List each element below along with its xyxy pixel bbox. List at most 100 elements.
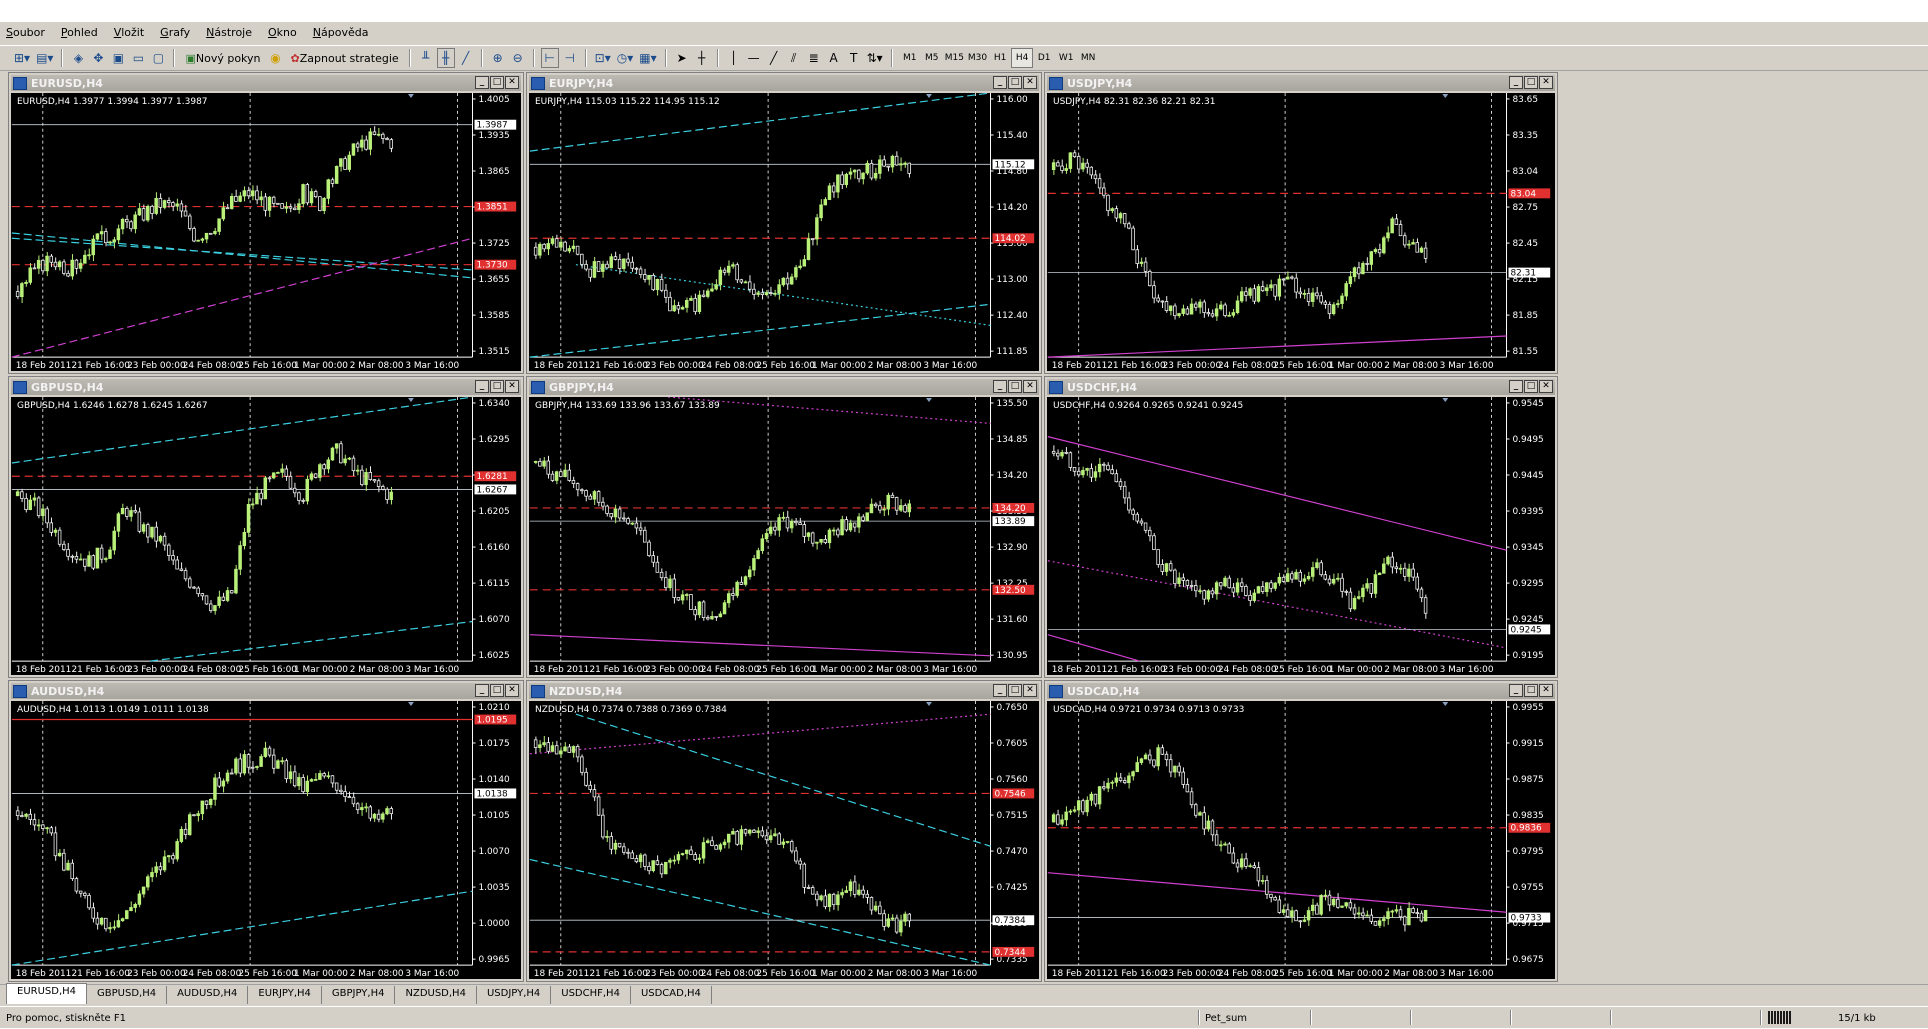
chart-titlebar[interactable]: USDCAD,H4 _ □ ✕ bbox=[1047, 683, 1555, 699]
timeframe-m15[interactable]: M15 bbox=[943, 48, 966, 68]
candlestick-icon[interactable]: ╫ bbox=[436, 48, 455, 68]
chart-tab[interactable]: USDJPY,H4 bbox=[477, 986, 552, 1004]
chart-tab[interactable]: USDCAD,H4 bbox=[631, 986, 712, 1004]
chart-plot[interactable]: 0.9955 0.9915 0.9875 0.9835 0.9795 0.9755 0.97… bbox=[1047, 701, 1555, 979]
chart-titlebar[interactable]: NZDUSD,H4 _ □ ✕ bbox=[529, 683, 1039, 699]
timeframe-m30[interactable]: M30 bbox=[966, 48, 989, 68]
chart-tab[interactable]: AUDUSD,H4 bbox=[167, 986, 249, 1004]
indicators-icon[interactable]: ⊡▾ bbox=[593, 48, 613, 68]
fibonacci-icon[interactable]: ≣ bbox=[805, 48, 823, 68]
line-chart-icon[interactable]: ╱ bbox=[457, 48, 475, 68]
maximize-button[interactable]: □ bbox=[490, 380, 504, 393]
navigator-icon[interactable]: ✥ bbox=[89, 48, 107, 68]
menu-item-0[interactable]: Soubor bbox=[6, 26, 45, 39]
timeframe-m1[interactable]: M1 bbox=[899, 48, 921, 68]
menu-item-5[interactable]: Okno bbox=[268, 26, 297, 39]
minimize-button[interactable]: _ bbox=[1509, 684, 1523, 697]
chart-titlebar[interactable]: EURUSD,H4 _ □ ✕ bbox=[11, 75, 521, 91]
chart-plot[interactable]: 1.0210 1.0175 1.0140 1.0105 1.0070 1.0035 1.00… bbox=[11, 701, 521, 979]
minimize-button[interactable]: _ bbox=[993, 380, 1007, 393]
templates-icon[interactable]: ▦▾ bbox=[637, 48, 658, 68]
arrows-icon[interactable]: ⇅▾ bbox=[865, 48, 885, 68]
terminal-icon[interactable]: ▭ bbox=[129, 48, 147, 68]
horizontal-line-icon[interactable]: — bbox=[745, 48, 763, 68]
bar-chart-icon[interactable]: ╨ bbox=[417, 48, 435, 68]
minimize-button[interactable]: _ bbox=[475, 76, 489, 89]
chart-tab[interactable]: GBPJPY,H4 bbox=[322, 986, 396, 1004]
periods-icon[interactable]: ◷▾ bbox=[615, 48, 636, 68]
chart-plot[interactable]: 135.50134.85134.20133.55132.90132.25131.… bbox=[529, 397, 1039, 675]
chart-tab[interactable]: EURJPY,H4 bbox=[248, 986, 322, 1004]
chart-tab[interactable]: GBPUSD,H4 bbox=[87, 986, 168, 1004]
timeframe-m5[interactable]: M5 bbox=[921, 48, 943, 68]
chart-tab[interactable]: USDCHF,H4 bbox=[551, 986, 631, 1004]
menu-item-1[interactable]: Pohled bbox=[61, 26, 98, 39]
chart-titlebar[interactable]: GBPJPY,H4 _ □ ✕ bbox=[529, 379, 1039, 395]
close-button[interactable]: ✕ bbox=[1539, 76, 1553, 89]
maximize-button[interactable]: □ bbox=[1524, 684, 1538, 697]
chart-tab[interactable]: EURUSD,H4 bbox=[6, 983, 88, 1004]
profiles-icon[interactable]: ▤▾ bbox=[34, 48, 55, 68]
new-order-button[interactable]: ▣ Nový pokyn bbox=[181, 48, 264, 68]
close-button[interactable]: ✕ bbox=[505, 76, 519, 89]
maximize-button[interactable]: □ bbox=[1008, 76, 1022, 89]
zoom-out-icon[interactable]: ⊖ bbox=[509, 48, 527, 68]
minimize-button[interactable]: _ bbox=[1509, 380, 1523, 393]
menu-item-4[interactable]: Nástroje bbox=[206, 26, 252, 39]
market-watch-icon[interactable]: ◈ bbox=[69, 48, 87, 68]
close-button[interactable]: ✕ bbox=[1539, 380, 1553, 393]
expert-info-icon[interactable]: ◉ bbox=[267, 48, 285, 68]
chart-tab[interactable]: NZDUSD,H4 bbox=[395, 986, 477, 1004]
maximize-button[interactable]: □ bbox=[1008, 380, 1022, 393]
menu-item-6[interactable]: Nápověda bbox=[313, 26, 369, 39]
chart-plot[interactable]: 116.00 115.40 114.80 114.20 113.60 113.00 112.… bbox=[529, 93, 1039, 371]
new-chart-icon[interactable]: ⊞▾ bbox=[12, 48, 32, 68]
strategies-button[interactable]: ✿ Zapnout strategie bbox=[287, 48, 403, 68]
chart-titlebar[interactable]: AUDUSD,H4 _ □ ✕ bbox=[11, 683, 521, 699]
minimize-button[interactable]: _ bbox=[1509, 76, 1523, 89]
timeframe-h4[interactable]: H4 bbox=[1011, 48, 1034, 68]
close-button[interactable]: ✕ bbox=[1023, 684, 1037, 697]
crosshair-icon[interactable]: ┼ bbox=[693, 48, 711, 68]
chart-window[interactable]: USDCAD,H4 _ □ ✕ 0.9955 0.9915 0.9875 0.9835 0.… bbox=[1044, 680, 1558, 982]
minimize-button[interactable]: _ bbox=[993, 76, 1007, 89]
timeframe-h1[interactable]: H1 bbox=[989, 48, 1011, 68]
chart-plot[interactable]: 83.65 83.35 83.04 82.75 82.45 82.15 81.85 81.55… bbox=[1047, 93, 1555, 371]
close-button[interactable]: ✕ bbox=[1023, 76, 1037, 89]
vertical-line-icon[interactable]: │ bbox=[725, 48, 743, 68]
menu-item-2[interactable]: Vložit bbox=[114, 26, 144, 39]
chart-plot[interactable]: 1.40051.39351.38651.37951.37251.36551.35… bbox=[11, 93, 521, 371]
autoscroll-icon[interactable]: ⊢ bbox=[540, 48, 559, 68]
chart-window[interactable]: AUDUSD,H4 _ □ ✕ 1.0210 1.0175 1.0140 1.0105 1.… bbox=[8, 680, 524, 982]
menu-item-3[interactable]: Grafy bbox=[160, 26, 190, 39]
timeframe-w1[interactable]: W1 bbox=[1055, 48, 1077, 68]
zoom-in-icon[interactable]: ⊕ bbox=[489, 48, 507, 68]
timeframe-mn[interactable]: MN bbox=[1077, 48, 1099, 68]
text-label-icon[interactable]: T bbox=[845, 48, 863, 68]
maximize-button[interactable]: □ bbox=[1524, 380, 1538, 393]
chart-plot[interactable]: 0.7650 0.7605 0.7560 0.7515 0.7470 0.7425 0.73… bbox=[529, 701, 1039, 979]
chart-titlebar[interactable]: GBPUSD,H4 _ □ ✕ bbox=[11, 379, 521, 395]
maximize-button[interactable]: □ bbox=[1008, 684, 1022, 697]
minimize-button[interactable]: _ bbox=[475, 380, 489, 393]
folder-icon[interactable]: ▣ bbox=[109, 48, 127, 68]
text-tool-icon[interactable]: A bbox=[825, 48, 843, 68]
chart-window[interactable]: USDCHF,H4 _ □ ✕ 0.9545 0.9495 0.9445 0.9395 0.… bbox=[1044, 376, 1558, 678]
chart-window[interactable]: GBPUSD,H4 _□✕ 1.63401.62951.62501.62051.… bbox=[8, 376, 524, 678]
close-button[interactable]: ✕ bbox=[1539, 684, 1553, 697]
chart-window[interactable]: GBPJPY,H4 _□✕ 135.50134.85134.20133.5513… bbox=[526, 376, 1042, 678]
chart-plot[interactable]: 0.9545 0.9495 0.9445 0.9395 0.9345 0.9295 0.92… bbox=[1047, 397, 1555, 675]
chart-window[interactable]: EURJPY,H4 _ □ ✕ 116.00 115.40 114.80 114.20 11… bbox=[526, 72, 1042, 374]
chart-plot[interactable]: 1.63401.62951.62501.62051.61601.61151.60… bbox=[11, 397, 521, 675]
close-button[interactable]: ✕ bbox=[505, 684, 519, 697]
chart-window[interactable]: NZDUSD,H4 _ □ ✕ 0.7650 0.7605 0.7560 0.7515 0.… bbox=[526, 680, 1042, 982]
chart-window[interactable]: USDJPY,H4 _ □ ✕ 83.65 83.35 83.04 82.75 82.45 8… bbox=[1044, 72, 1558, 374]
close-button[interactable]: ✕ bbox=[1023, 380, 1037, 393]
chart-titlebar[interactable]: USDJPY,H4 _ □ ✕ bbox=[1047, 75, 1555, 91]
chart-window[interactable]: EURUSD,H4 _□✕ 1.40051.39351.38651.37951.… bbox=[8, 72, 524, 374]
maximize-button[interactable]: □ bbox=[490, 684, 504, 697]
cursor-icon[interactable]: ➤ bbox=[673, 48, 691, 68]
trendline-icon[interactable]: ╱ bbox=[765, 48, 783, 68]
minimize-button[interactable]: _ bbox=[475, 684, 489, 697]
minimize-button[interactable]: _ bbox=[993, 684, 1007, 697]
